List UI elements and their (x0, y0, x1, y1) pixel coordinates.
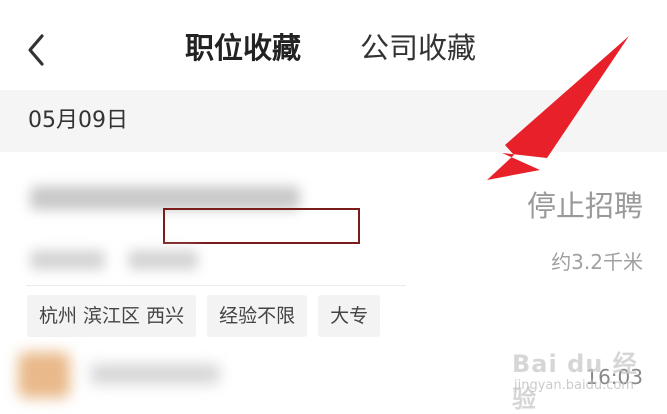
back-button[interactable] (22, 30, 52, 70)
blurred-avatar (18, 352, 70, 398)
card-divider (26, 285, 406, 286)
tag-education: 大专 (318, 295, 381, 337)
header: 职位收藏 公司收藏 (0, 0, 667, 90)
blurred-name (90, 364, 220, 384)
job-card[interactable]: 停止招聘 约3.2千米 杭州 滨江区 西兴 经验不限 大专 (0, 152, 667, 342)
blurred-company (128, 250, 198, 270)
redaction-box (163, 208, 360, 244)
date-label: 05月09日 (28, 108, 128, 133)
distance-label: 约3.2千米 (551, 250, 643, 274)
status-label: 停止招聘 (526, 189, 643, 223)
next-list-item[interactable]: 16:03 (0, 342, 667, 411)
tag-location: 杭州 滨江区 西兴 (27, 295, 197, 337)
tab-job-favorites[interactable]: 职位收藏 (185, 28, 301, 68)
date-section-header: 05月09日 (0, 90, 667, 152)
timestamp: 16:03 (585, 365, 643, 389)
blurred-salary (30, 250, 105, 270)
tag-experience: 经验不限 (207, 295, 308, 337)
tag-list: 杭州 滨江区 西兴 经验不限 大专 (27, 295, 381, 337)
blurred-job-title (30, 186, 300, 210)
chevron-left-icon (28, 34, 44, 66)
tab-company-favorites[interactable]: 公司收藏 (360, 28, 476, 68)
